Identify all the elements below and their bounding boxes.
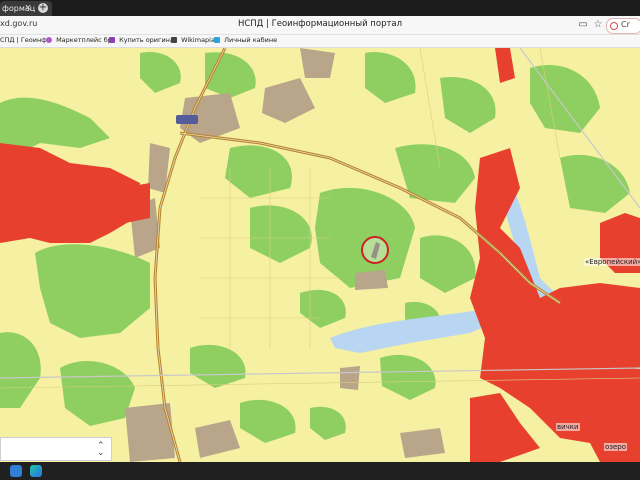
forest-patch [35,244,150,338]
bookmark-label: СПД | Геоинфо [0,36,51,44]
map-label-europe: «Европейский» [584,258,640,266]
forest-patch [140,52,181,93]
bookmarks-bar: СПД | Геоинфо Маркетплейс бр Купить ориг… [0,35,640,48]
bookmark-label: Личный кабине [224,36,278,44]
forest-patch [440,77,496,133]
forest-patch [395,144,475,203]
cadastral-map[interactable]: «Европейский» вички озеро [0,48,640,462]
industrial-plot [340,366,360,390]
bookmark-label: Маркетплейс бр [56,36,112,44]
forest-patch [310,406,346,440]
profile-label: Cr [621,20,630,29]
bookmark-cabinet[interactable]: Личный кабине [214,36,277,44]
taskbar [0,462,640,480]
cabinet-icon [214,37,220,43]
selected-parcel[interactable] [361,236,389,264]
forest-patch [365,52,416,103]
bookmark-label: Купить оригина [119,36,174,44]
bookmark-buy[interactable]: Купить оригина [109,36,174,44]
industrial-plot [355,270,388,290]
bookmark-icon[interactable]: ☆ [592,19,604,31]
reading-list-icon[interactable]: ▭ [577,19,589,31]
map-canvas[interactable] [0,48,640,462]
new-tab-icon[interactable]: + [38,3,48,13]
bookmark-marketplace[interactable]: Маркетплейс бр [46,36,112,44]
bookmark-label: Wikimapia [181,36,215,44]
forest-patch [190,344,246,388]
settlement-small [120,183,150,223]
forest-patch [300,289,346,328]
forest-patch [225,145,292,198]
marketplace-icon [46,37,52,43]
chevron-down-icon[interactable]: ⌄ [97,449,105,458]
industrial-plot [262,78,315,123]
profile-button[interactable]: Cr [606,18,640,34]
settlement-west [0,143,140,243]
layer-selector[interactable]: ⌃ ⌄ [0,437,112,461]
forest-patch [380,354,436,400]
forest-patch [0,332,41,408]
tab-close-icon[interactable]: × [21,1,35,16]
bookmark-nspd[interactable]: СПД | Геоинфо [0,36,51,44]
settlement-north [495,48,515,83]
industrial-plot [195,420,240,458]
forest-patch [240,399,296,443]
map-label-lake: озеро [604,443,628,451]
page-title: НСПД | Геоинформационный портал [237,19,403,29]
tab-strip: формац × + [0,0,640,16]
forest-patch [60,360,135,426]
forest-patch [560,154,630,213]
profile-icon [610,22,618,30]
industrial-plot [300,48,335,78]
wikimapia-icon [171,37,177,43]
road-number-badge [176,115,198,124]
shop-icon [109,37,115,43]
forest-patch [250,205,312,263]
windows-icon[interactable] [10,465,22,477]
map-label-vichki: вички [556,423,580,431]
bookmark-wikimapia[interactable]: Wikimapia [171,36,215,44]
edge-icon[interactable] [30,465,42,477]
address-bar: xd.gov.ru НСПД | Геоинформационный порта… [0,16,640,35]
forest-patch [420,235,476,293]
industrial-plot [400,428,445,458]
